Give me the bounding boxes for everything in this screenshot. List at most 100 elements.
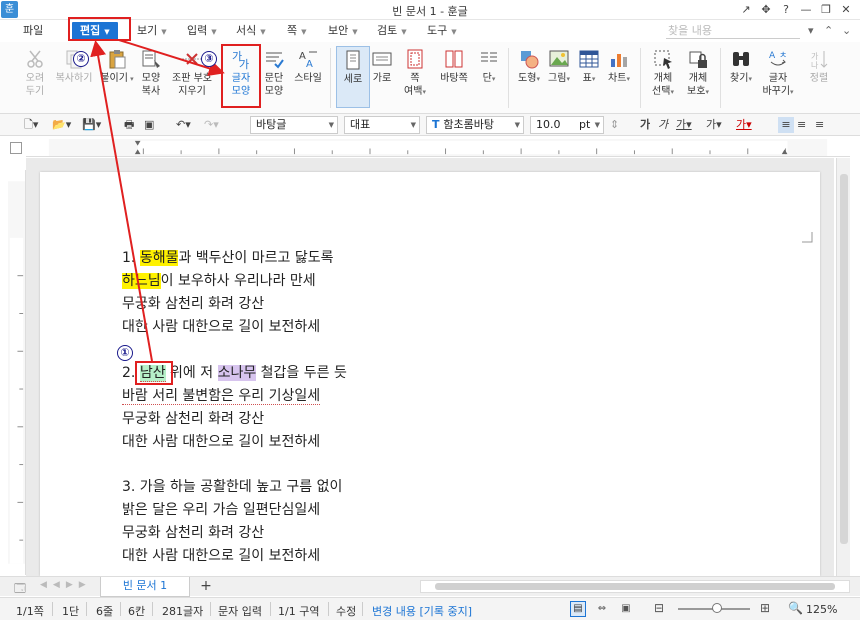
normal-view-icon[interactable]: ▤ <box>570 601 586 617</box>
picture-button[interactable]: 그림▾ <box>542 46 576 86</box>
ribbon-separator <box>640 48 641 108</box>
font-size-select[interactable]: 10.0 pt ▼ <box>530 116 604 134</box>
save-icon[interactable]: 💾▾ <box>82 117 101 133</box>
full-page-icon[interactable]: ▣ <box>618 601 634 617</box>
size-stepper-icon[interactable]: ⇕ <box>610 117 619 133</box>
italic-icon[interactable]: 가 <box>658 117 668 133</box>
svg-text:가: 가 <box>811 52 819 61</box>
zoom-in-icon[interactable]: ⊞ <box>760 601 770 615</box>
align-left-icon[interactable]: ≡ <box>797 117 806 133</box>
minimize-icon[interactable]: — <box>798 2 814 18</box>
scrollbar-thumb[interactable] <box>435 583 835 590</box>
vertical-scrollbar[interactable] <box>836 158 850 576</box>
landscape-button[interactable]: 가로 <box>365 46 399 85</box>
object-protect-button[interactable]: 개체 보호▾ <box>680 46 716 99</box>
chart-button[interactable]: 차트▾ <box>602 46 636 86</box>
columns-button[interactable]: 단▾ <box>472 46 506 86</box>
horizontal-scrollbar[interactable] <box>420 580 850 593</box>
menu-tools-label: 도구 <box>427 24 448 37</box>
style-button[interactable]: AA 스타일 <box>290 46 326 85</box>
menu-view-label: 보기 <box>137 24 158 37</box>
menu-security[interactable]: 보안 ▼ <box>328 22 358 40</box>
maximize-icon[interactable]: ❐ <box>818 2 834 18</box>
align-justify-icon[interactable]: ≡ <box>778 117 794 133</box>
restore-icon[interactable]: ↗ <box>738 2 754 18</box>
char-replace-button[interactable]: Aㅊ 글자 바꾸기▾ <box>758 46 798 99</box>
find-button[interactable]: 찾기▾ <box>724 46 758 86</box>
menu-view[interactable]: 보기 ▼ <box>137 22 167 40</box>
zoom-icon[interactable]: 🔍 <box>788 601 803 615</box>
style-select[interactable]: 바탕글 ▼ <box>250 116 338 134</box>
find-input[interactable]: 찾을 내용 <box>666 22 800 39</box>
undo-icon[interactable]: ↶▾ <box>176 117 191 133</box>
text-line[interactable]: 무궁화 삼천리 화려 강산 <box>122 523 264 543</box>
page-background-button[interactable]: 바탕쪽 <box>434 46 474 85</box>
zoom-slider-handle[interactable] <box>712 603 722 613</box>
eraser-icon <box>182 53 202 65</box>
paste-button[interactable]: 붙이기 ▾ <box>100 46 134 86</box>
object-select-button[interactable]: 개체 선택▾ <box>645 46 681 99</box>
align-center-icon[interactable]: ≡ <box>815 117 824 133</box>
status-mode: 문자 입력 <box>218 605 262 618</box>
text-line[interactable]: 바람 서리 불변함은 우리 기상일세 <box>122 386 321 406</box>
ribbon-separator <box>330 48 331 108</box>
new-doc-icon[interactable]: 🗋▾ <box>24 117 38 133</box>
ruler-corner-button[interactable] <box>10 142 22 154</box>
align-button[interactable]: 가나 정렬 <box>802 46 836 85</box>
table-button[interactable]: 표▾ <box>572 46 606 86</box>
para-shape-button[interactable]: 문단 모양 <box>257 46 291 98</box>
menu-tools[interactable]: 도구 ▼ <box>427 22 457 40</box>
find-options-icon[interactable]: ▾ <box>808 22 814 40</box>
text-line[interactable]: 대한 사람 대한으로 길이 보전하세 <box>122 546 320 566</box>
status-separator <box>120 602 121 616</box>
preview-icon[interactable]: ▣ <box>144 117 154 133</box>
page-width-icon[interactable]: ⇔ <box>594 601 610 617</box>
font-color-icon[interactable]: 가▾ <box>736 117 752 133</box>
text-line[interactable]: 하느님이 보우하사 우리나라 만세 <box>122 271 316 291</box>
zoom-out-icon[interactable]: ⊟ <box>654 601 664 615</box>
cut-button[interactable]: 오려 두기 <box>18 46 52 98</box>
strikethrough-icon[interactable]: 가▾ <box>706 117 722 133</box>
menu-format[interactable]: 서식 ▼ <box>236 22 266 40</box>
menu-insert[interactable]: 입력 ▼ <box>187 22 217 40</box>
format-copy-button[interactable]: 모양 복사 <box>134 46 168 98</box>
language-select[interactable]: 대표 ▼ <box>344 116 420 134</box>
align-label: 정렬 <box>809 73 829 84</box>
ribbon-collapse-icon[interactable]: ⌃ <box>824 22 833 40</box>
text-line[interactable]: 대한 사람 대한으로 길이 보전하세 <box>122 432 320 452</box>
scissors-icon <box>27 50 43 68</box>
text-line[interactable]: 밝은 달은 우리 가슴 일편단심일세 <box>122 500 320 520</box>
text-line[interactable]: 대한 사람 대한으로 길이 보전하세 <box>122 317 320 337</box>
tab-document-1[interactable]: 빈 문서 1 <box>100 577 190 597</box>
copy-button[interactable]: 복사하기 <box>54 46 94 85</box>
chevron-down-icon: ▾ <box>591 75 596 83</box>
settings-icon[interactable]: ⌄ <box>842 22 851 40</box>
tab-nav-icons[interactable]: ◀◀▶▶ <box>40 580 92 590</box>
status-track-changes[interactable]: 변경 내용 [기록 중지] <box>372 603 472 619</box>
text-line[interactable]: 무궁화 삼천리 화려 강산 <box>122 294 264 314</box>
shape-button[interactable]: 도형▾ <box>512 46 546 86</box>
bold-icon[interactable]: 가 <box>640 117 650 133</box>
menu-page[interactable]: 쪽 ▼ <box>287 22 307 40</box>
menu-file[interactable]: 파일 <box>23 22 43 40</box>
status-zoom[interactable]: 125% <box>806 603 837 616</box>
text-line[interactable]: 3. 가을 하늘 공활한데 높고 구름 없이 <box>122 477 342 497</box>
text-line[interactable]: 1. 동해물과 백두산이 마르고 닳도록 <box>122 248 333 268</box>
move-icon[interactable]: ✥ <box>758 2 774 18</box>
print-icon[interactable]: 🖶 <box>124 117 134 133</box>
add-tab-button[interactable]: + <box>196 577 216 597</box>
close-icon[interactable]: ✕ <box>838 2 854 18</box>
redo-icon[interactable]: ↷▾ <box>204 117 219 133</box>
help-icon[interactable]: ? <box>778 2 794 18</box>
status-page[interactable]: 1/1쪽 <box>16 603 44 619</box>
underline-icon[interactable]: 가▾ <box>676 117 692 133</box>
page-margin-button[interactable]: 쪽 여백▾ <box>398 46 432 99</box>
text-line[interactable]: 무궁화 삼천리 화려 강산 <box>122 409 264 429</box>
table-label: 표 <box>582 73 592 84</box>
font-select[interactable]: T 함초롬바탕 ▼ <box>426 116 524 134</box>
menu-review[interactable]: 검토 ▼ <box>377 22 407 40</box>
status-insert-mode[interactable]: 수정 <box>336 603 356 619</box>
callout-box-selected-word <box>135 361 173 385</box>
open-folder-icon[interactable]: 📂▾ <box>52 117 71 133</box>
scrollbar-thumb[interactable] <box>840 174 848 544</box>
